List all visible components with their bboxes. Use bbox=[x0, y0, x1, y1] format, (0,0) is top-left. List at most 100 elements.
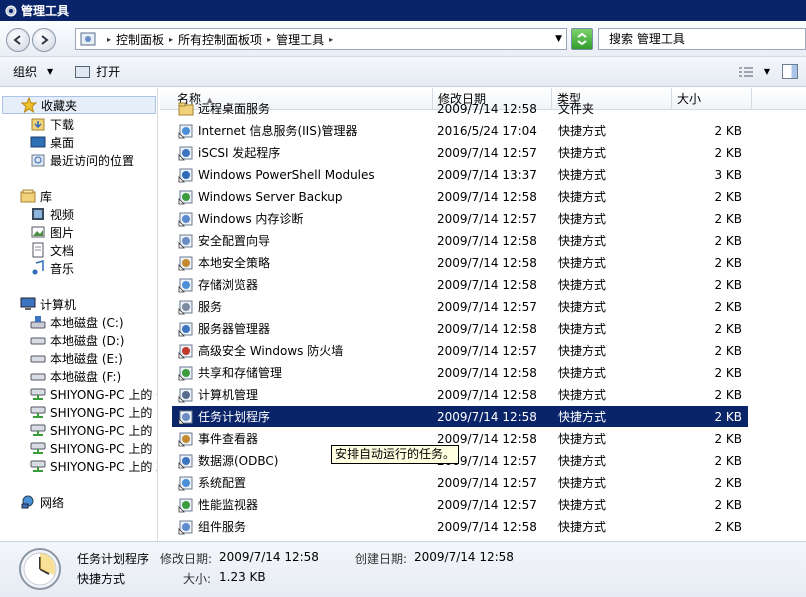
nav-share-c[interactable]: SHIYONG-PC 上的 C bbox=[30, 385, 157, 403]
shortcut-icon bbox=[178, 278, 193, 292]
table-row[interactable]: 组件服务 2009/7/14 12:58 快捷方式 2 KB bbox=[172, 516, 748, 537]
nav-videos[interactable]: 视频 bbox=[30, 205, 74, 223]
search-input[interactable]: 搜索 管理工具 bbox=[598, 28, 806, 50]
chevron-right-icon[interactable]: ▸ bbox=[267, 35, 271, 44]
table-row[interactable]: 服务器管理器 2009/7/14 12:58 快捷方式 2 KB bbox=[172, 318, 748, 339]
chevron-right-icon: ▸ bbox=[107, 34, 112, 44]
network-drive-icon bbox=[30, 404, 46, 420]
file-name: 存储浏览器 bbox=[198, 278, 259, 292]
shortcut-icon bbox=[178, 322, 193, 336]
file-type: 快捷方式 bbox=[558, 432, 607, 446]
nav-share-f[interactable]: SHIYONG-PC 上的 F bbox=[30, 439, 157, 457]
file-name: 远程桌面服务 bbox=[198, 102, 271, 116]
hard-drive-icon bbox=[30, 368, 46, 384]
nav-share-z[interactable]: SHIYONG-PC 上的 Z bbox=[30, 457, 157, 475]
table-row[interactable]: Windows PowerShell Modules 2009/7/14 13:3… bbox=[172, 164, 748, 185]
nav-network[interactable]: 网络 bbox=[20, 493, 64, 511]
arrow-left-icon bbox=[13, 35, 21, 45]
nav-drive-c[interactable]: 本地磁盘 (C:) bbox=[30, 313, 124, 331]
file-size: 2 KB bbox=[714, 387, 742, 402]
file-date: 2009/7/14 12:57 bbox=[437, 343, 537, 358]
file-list-pane[interactable]: 名称 ▲ 修改日期 类型 大小 远程桌面服务 2009/7/14 12:58 文件夹 I… bbox=[160, 88, 806, 541]
nav-recent-places[interactable]: 最近访问的位置 bbox=[30, 151, 134, 169]
chevron-right-icon[interactable]: ▸ bbox=[329, 35, 333, 44]
file-type: 快捷方式 bbox=[558, 168, 607, 182]
table-row[interactable]: 任务计划程序 2009/7/14 12:58 快捷方式 2 KB bbox=[172, 406, 748, 427]
breadcrumb-all-items[interactable]: 所有控制面板项 bbox=[178, 31, 262, 48]
nav-pictures[interactable]: 图片 bbox=[30, 223, 74, 241]
file-name: 系统配置 bbox=[198, 476, 247, 490]
table-row[interactable]: 存储浏览器 2009/7/14 12:58 快捷方式 2 KB bbox=[172, 274, 748, 295]
preview-pane-icon[interactable] bbox=[782, 64, 798, 79]
command-toolbar: 组织 ▼ 打开 ▼ bbox=[0, 57, 806, 87]
nav-share-e[interactable]: SHIYONG-PC 上的 E bbox=[30, 421, 157, 439]
table-row[interactable]: 服务 2009/7/14 12:57 快捷方式 2 KB bbox=[172, 296, 748, 317]
table-row[interactable]: 安全配置向导 2009/7/14 12:58 快捷方式 2 KB bbox=[172, 230, 748, 251]
table-row[interactable]: 高级安全 Windows 防火墙 2009/7/14 12:57 快捷方式 2 KB bbox=[172, 340, 748, 361]
file-date: 2009/7/14 12:58 bbox=[437, 255, 537, 270]
open-button[interactable]: 打开 bbox=[75, 63, 120, 80]
file-size: 2 KB bbox=[714, 321, 742, 336]
refresh-button[interactable] bbox=[571, 28, 593, 50]
file-date: 2009/7/14 12:57 bbox=[437, 211, 537, 226]
refresh-icon bbox=[577, 32, 587, 46]
table-row[interactable]: iSCSI 发起程序 2009/7/14 12:57 快捷方式 2 KB bbox=[172, 142, 748, 163]
organize-button[interactable]: 组织 ▼ bbox=[13, 63, 53, 80]
table-row[interactable]: 数据源(ODBC) 2009/7/14 12:57 快捷方式 2 KB bbox=[172, 450, 748, 471]
address-dropdown-icon[interactable]: ▼ bbox=[555, 34, 562, 44]
table-row[interactable]: 事件查看器 2009/7/14 12:58 快捷方式 2 KB bbox=[172, 428, 748, 449]
breadcrumb-admin-tools[interactable]: 管理工具 bbox=[276, 31, 324, 48]
chevron-right-icon[interactable]: ▸ bbox=[169, 35, 173, 44]
file-date: 2009/7/14 12:58 bbox=[437, 365, 537, 380]
address-bar[interactable]: ▸ 控制面板 ▸ 所有控制面板项 ▸ 管理工具 ▸ ▼ bbox=[75, 28, 567, 50]
table-row[interactable]: 本地安全策略 2009/7/14 12:58 快捷方式 2 KB bbox=[172, 252, 748, 273]
network-drive-icon bbox=[30, 440, 46, 456]
nav-music[interactable]: 音乐 bbox=[30, 259, 74, 277]
table-row[interactable]: 性能监视器 2009/7/14 12:57 快捷方式 2 KB bbox=[172, 494, 748, 515]
details-created-label: 创建日期: bbox=[355, 552, 408, 566]
nav-share-d[interactable]: SHIYONG-PC 上的 D bbox=[30, 403, 157, 421]
table-row[interactable]: Windows 内存诊断 2009/7/14 12:57 快捷方式 2 KB bbox=[172, 208, 748, 229]
shortcut-icon bbox=[178, 476, 193, 490]
details-type: 快捷方式 bbox=[77, 572, 126, 586]
nav-favorites[interactable]: 收藏夹 bbox=[2, 96, 156, 114]
file-type: 快捷方式 bbox=[558, 124, 607, 138]
nav-libraries[interactable]: 库 bbox=[20, 187, 52, 205]
admin-tools-icon bbox=[4, 4, 18, 18]
file-size: 2 KB bbox=[714, 519, 742, 534]
table-row[interactable]: 计算机管理 2009/7/14 12:58 快捷方式 2 KB bbox=[172, 384, 748, 405]
file-name: iSCSI 发起程序 bbox=[198, 146, 281, 160]
file-size: 2 KB bbox=[714, 123, 742, 138]
back-button[interactable] bbox=[6, 28, 30, 52]
view-details-icon[interactable] bbox=[738, 65, 754, 79]
table-row[interactable]: 远程桌面服务 2009/7/14 12:58 文件夹 bbox=[172, 98, 748, 119]
file-size: 2 KB bbox=[714, 277, 742, 292]
nav-computer[interactable]: 计算机 bbox=[20, 295, 76, 313]
shortcut-icon bbox=[178, 520, 193, 534]
file-size: 2 KB bbox=[714, 211, 742, 226]
nav-drive-e[interactable]: 本地磁盘 (E:) bbox=[30, 349, 123, 367]
nav-desktop[interactable]: 桌面 bbox=[30, 133, 74, 151]
open-label: 打开 bbox=[96, 65, 121, 79]
nav-documents[interactable]: 文档 bbox=[30, 241, 74, 259]
file-date: 2009/7/14 12:58 bbox=[437, 233, 537, 248]
view-menu-chevron-icon[interactable]: ▼ bbox=[764, 67, 770, 76]
file-date: 2009/7/14 12:57 bbox=[437, 497, 537, 512]
star-icon bbox=[21, 97, 37, 113]
table-row[interactable]: Windows Server Backup 2009/7/14 12:58 快捷方式… bbox=[172, 186, 748, 207]
table-row[interactable]: Internet 信息服务(IIS)管理器 2016/5/24 17:04 快捷方式… bbox=[172, 120, 748, 141]
nav-drive-f[interactable]: 本地磁盘 (F:) bbox=[30, 367, 121, 385]
file-size: 3 KB bbox=[714, 167, 742, 182]
forward-button[interactable] bbox=[32, 28, 56, 52]
shortcut-icon bbox=[178, 366, 193, 380]
video-icon bbox=[30, 206, 46, 222]
nav-downloads[interactable]: 下载 bbox=[30, 115, 74, 133]
table-row[interactable]: 系统配置 2009/7/14 12:57 快捷方式 2 KB bbox=[172, 472, 748, 493]
downloads-folder-icon bbox=[30, 116, 46, 132]
shortcut-icon bbox=[178, 410, 193, 424]
navigation-pane[interactable]: 收藏夹 下载 桌面 最近访问的位置 库 视频 图片 文档 音乐 计算机 本地磁盘… bbox=[0, 88, 158, 541]
table-row[interactable]: 共享和存储管理 2009/7/14 12:58 快捷方式 2 KB bbox=[172, 362, 748, 383]
nav-drive-d[interactable]: 本地磁盘 (D:) bbox=[30, 331, 124, 349]
breadcrumb-control-panel[interactable]: 控制面板 bbox=[116, 31, 164, 48]
details-modified: 2009/7/14 12:58 bbox=[219, 550, 319, 564]
